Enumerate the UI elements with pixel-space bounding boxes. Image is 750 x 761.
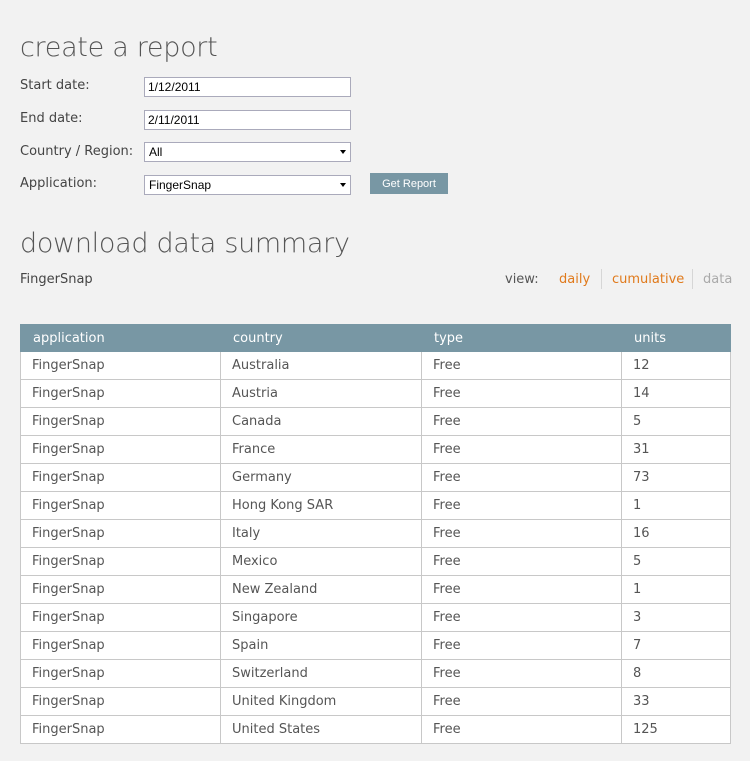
cell-type: Free <box>421 603 622 632</box>
cell-application: FingerSnap <box>20 575 221 604</box>
application-value: FingerSnap <box>149 178 212 192</box>
cell-country: Australia <box>220 351 422 380</box>
view-data-link: data <box>703 272 733 287</box>
country-region-value: All <box>149 145 163 159</box>
cell-application: FingerSnap <box>20 463 221 492</box>
get-report-button[interactable]: Get Report <box>370 173 448 194</box>
report-title: create a report <box>20 32 218 63</box>
cell-units: 5 <box>621 407 731 436</box>
table-row: FingerSnap Australia Free 12 <box>20 351 731 380</box>
cell-units: 1 <box>621 575 731 604</box>
view-divider <box>601 269 602 289</box>
table-row: FingerSnap Canada Free 5 <box>20 407 731 436</box>
cell-country: Hong Kong SAR <box>220 491 422 520</box>
cell-units: 73 <box>621 463 731 492</box>
table-row: FingerSnap United Kingdom Free 33 <box>20 687 731 716</box>
cell-type: Free <box>421 519 622 548</box>
cell-units: 12 <box>621 351 731 380</box>
cell-country: Germany <box>220 463 422 492</box>
cell-application: FingerSnap <box>20 491 221 520</box>
application-label: Application: <box>20 176 98 191</box>
cell-type: Free <box>421 547 622 576</box>
start-date-input[interactable]: 1/12/2011 <box>144 77 351 97</box>
application-select[interactable]: FingerSnap <box>144 175 351 195</box>
column-header-application[interactable]: application <box>20 324 221 352</box>
view-daily-link[interactable]: daily <box>559 272 590 287</box>
cell-application: FingerSnap <box>20 715 221 744</box>
table-row: FingerSnap New Zealand Free 1 <box>20 575 731 604</box>
cell-application: FingerSnap <box>20 631 221 660</box>
table-row: FingerSnap Switzerland Free 8 <box>20 659 731 688</box>
cell-units: 5 <box>621 547 731 576</box>
cell-type: Free <box>421 659 622 688</box>
cell-units: 7 <box>621 631 731 660</box>
table-header-row: application country type units <box>20 324 731 352</box>
cell-country: Italy <box>220 519 422 548</box>
table-row: FingerSnap Singapore Free 3 <box>20 603 731 632</box>
cell-application: FingerSnap <box>20 379 221 408</box>
view-divider <box>692 269 693 289</box>
end-date-label: End date: <box>20 111 83 126</box>
table-row: FingerSnap United States Free 125 <box>20 715 731 744</box>
table-row: FingerSnap Hong Kong SAR Free 1 <box>20 491 731 520</box>
table-row: FingerSnap France Free 31 <box>20 435 731 464</box>
view-cumulative-link[interactable]: cumulative <box>612 272 684 287</box>
end-date-input[interactable]: 2/11/2011 <box>144 110 351 130</box>
cell-country: United Kingdom <box>220 687 422 716</box>
cell-type: Free <box>421 435 622 464</box>
start-date-label: Start date: <box>20 78 90 93</box>
cell-country: Spain <box>220 631 422 660</box>
cell-type: Free <box>421 407 622 436</box>
cell-type: Free <box>421 491 622 520</box>
summary-table: application country type units FingerSna… <box>20 324 731 744</box>
cell-country: Singapore <box>220 603 422 632</box>
cell-type: Free <box>421 575 622 604</box>
cell-type: Free <box>421 463 622 492</box>
column-header-type[interactable]: type <box>421 324 622 352</box>
country-region-label: Country / Region: <box>20 144 134 159</box>
cell-country: Canada <box>220 407 422 436</box>
table-row: FingerSnap Italy Free 16 <box>20 519 731 548</box>
table-row: FingerSnap Spain Free 7 <box>20 631 731 660</box>
cell-application: FingerSnap <box>20 519 221 548</box>
cell-units: 125 <box>621 715 731 744</box>
cell-country: Switzerland <box>220 659 422 688</box>
cell-country: France <box>220 435 422 464</box>
cell-units: 16 <box>621 519 731 548</box>
column-header-units[interactable]: units <box>621 324 731 352</box>
cell-type: Free <box>421 715 622 744</box>
cell-application: FingerSnap <box>20 659 221 688</box>
cell-units: 8 <box>621 659 731 688</box>
cell-type: Free <box>421 631 622 660</box>
chevron-down-icon <box>340 150 346 154</box>
cell-application: FingerSnap <box>20 435 221 464</box>
summary-app-name: FingerSnap <box>20 272 93 287</box>
cell-country: New Zealand <box>220 575 422 604</box>
cell-units: 3 <box>621 603 731 632</box>
cell-application: FingerSnap <box>20 351 221 380</box>
cell-application: FingerSnap <box>20 407 221 436</box>
country-region-select[interactable]: All <box>144 142 351 162</box>
summary-title: download data summary <box>20 228 350 259</box>
table-row: FingerSnap Germany Free 73 <box>20 463 731 492</box>
column-header-country[interactable]: country <box>220 324 422 352</box>
cell-type: Free <box>421 687 622 716</box>
cell-units: 33 <box>621 687 731 716</box>
cell-country: United States <box>220 715 422 744</box>
cell-units: 1 <box>621 491 731 520</box>
cell-units: 31 <box>621 435 731 464</box>
table-row: FingerSnap Austria Free 14 <box>20 379 731 408</box>
chevron-down-icon <box>340 183 346 187</box>
cell-type: Free <box>421 351 622 380</box>
cell-application: FingerSnap <box>20 547 221 576</box>
cell-application: FingerSnap <box>20 603 221 632</box>
cell-country: Austria <box>220 379 422 408</box>
cell-country: Mexico <box>220 547 422 576</box>
cell-type: Free <box>421 379 622 408</box>
cell-units: 14 <box>621 379 731 408</box>
table-row: FingerSnap Mexico Free 5 <box>20 547 731 576</box>
cell-application: FingerSnap <box>20 687 221 716</box>
view-label: view: <box>505 272 539 287</box>
